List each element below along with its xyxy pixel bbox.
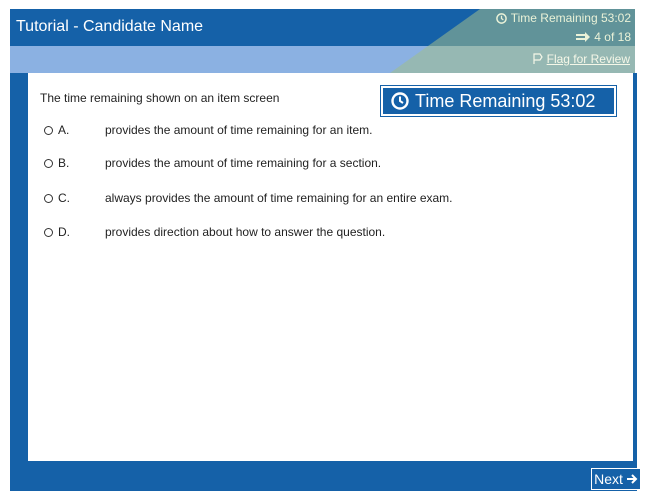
callout-time-text: Time Remaining 53:02 (415, 90, 596, 111)
header-time-remaining: Time Remaining 53:02 (495, 11, 631, 25)
radio-button[interactable] (44, 193, 53, 203)
option-text: provides the amount of time remaining fo… (105, 123, 373, 137)
footer-bar (10, 461, 637, 491)
option-letter: D. (58, 225, 70, 239)
flag-for-review-label: Flag for Review (546, 52, 630, 66)
clock-icon (495, 12, 507, 24)
option-letter: C. (58, 191, 70, 205)
radio-button[interactable] (44, 227, 53, 237)
item-counter: 4 of 18 (576, 30, 631, 44)
option-text: provides the amount of time remaining fo… (105, 156, 382, 170)
left-frame-bar (10, 73, 28, 491)
flag-icon (533, 53, 543, 64)
item-count-text: 4 of 18 (594, 30, 631, 44)
question-stem: The time remaining shown on an item scre… (40, 91, 280, 105)
option-text: provides direction about how to answer t… (105, 225, 386, 239)
answer-option-a[interactable]: A. provides the amount of time remaining… (44, 123, 372, 137)
time-remaining-text: Time Remaining 53:02 (510, 11, 631, 25)
answer-option-c[interactable]: C. always provides the amount of time re… (44, 191, 453, 205)
radio-button[interactable] (44, 158, 53, 168)
item-count-icon (576, 32, 591, 42)
option-text: always provides the amount of time remai… (105, 191, 453, 205)
right-frame-bar (633, 73, 637, 461)
answer-option-d[interactable]: D. provides direction about how to answe… (44, 225, 385, 239)
clock-icon (391, 92, 409, 110)
flag-for-review-button[interactable]: Flag for Review (532, 52, 630, 66)
radio-button[interactable] (44, 125, 53, 135)
next-label: Next (594, 471, 623, 487)
window-title: Tutorial - Candidate Name (16, 18, 204, 35)
option-letter: B. (58, 156, 70, 170)
time-remaining-callout: Time Remaining 53:02 (381, 86, 616, 116)
answer-option-b[interactable]: B. provides the amount of time remaining… (44, 156, 381, 170)
arrow-right-icon (626, 474, 638, 484)
option-letter: A. (58, 123, 70, 137)
next-button[interactable]: Next (591, 468, 641, 490)
